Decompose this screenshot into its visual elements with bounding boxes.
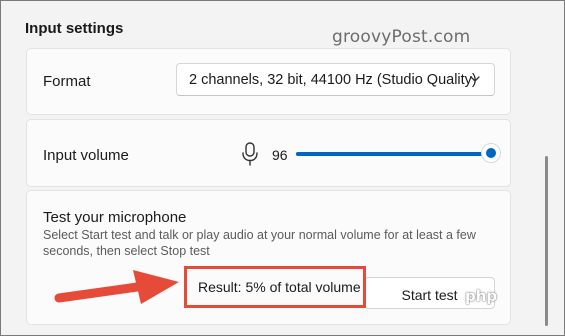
format-card: Format 2 channels, 32 bit, 44100 Hz (Stu… (26, 48, 511, 115)
settings-window: Input settings groovyPost.com Format 2 c… (0, 0, 565, 336)
test-microphone-description: Select Start test and talk or play audio… (43, 228, 476, 258)
test-result-highlight: Result: 5% of total volume (184, 266, 366, 308)
php-watermark: php (465, 287, 537, 305)
microphone-icon (242, 142, 258, 166)
php-watermark-text: php (465, 287, 498, 305)
input-volume-label: Input volume (43, 147, 129, 164)
watermark: groovyPost.com (332, 27, 471, 47)
slider-fill (296, 152, 491, 156)
scrollbar-thumb[interactable] (545, 156, 548, 326)
slider-thumb[interactable] (480, 143, 501, 163)
test-result-text: Result: 5% of total volume (198, 279, 361, 295)
input-volume-value: 96 (272, 147, 288, 163)
input-volume-card: Input volume 96 (26, 119, 511, 187)
input-volume-slider[interactable] (296, 142, 501, 166)
annotation-arrow-icon (54, 270, 179, 304)
format-dropdown[interactable]: 2 channels, 32 bit, 44100 Hz (Studio Qua… (176, 63, 495, 96)
format-label: Format (43, 73, 91, 90)
section-title: Input settings (25, 20, 124, 37)
chevron-down-icon (470, 76, 480, 82)
scrollbar[interactable] (539, 1, 559, 335)
test-microphone-title: Test your microphone (43, 209, 187, 226)
format-dropdown-value: 2 channels, 32 bit, 44100 Hz (Studio Qua… (189, 72, 477, 88)
